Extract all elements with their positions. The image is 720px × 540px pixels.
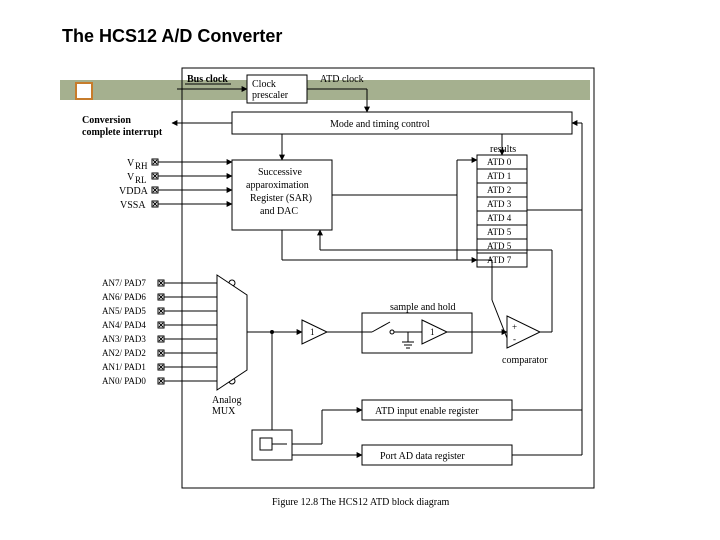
svg-text:ATD 2: ATD 2 [487, 185, 511, 195]
mux-l2: MUX [212, 406, 236, 417]
svg-text:AN1/ PAD1: AN1/ PAD1 [102, 362, 146, 372]
svg-text:ATD 5: ATD 5 [487, 227, 512, 237]
buffer1-icon [302, 320, 327, 344]
results-label: results [490, 144, 516, 155]
svg-text:RL: RL [135, 175, 147, 185]
svg-text:V: V [127, 158, 135, 169]
slide-title: The HCS12 A/D Converter [62, 26, 282, 47]
svg-text:V: V [127, 172, 135, 183]
svg-text:RH: RH [135, 161, 148, 171]
svg-text:AN7/ PAD7: AN7/ PAD7 [102, 278, 146, 288]
svg-text:1: 1 [310, 327, 315, 337]
sar-l3: Register (SAR) [250, 193, 312, 204]
svg-text:1: 1 [430, 327, 435, 337]
svg-text:-: - [513, 334, 516, 344]
analog-mux [217, 275, 247, 390]
atd-clock-label: ATD clock [320, 74, 364, 85]
svg-text:AN0/ PAD0: AN0/ PAD0 [102, 376, 146, 386]
figure-caption: Figure 12.8 The HCS12 ATD block diagram [272, 497, 450, 508]
svg-text:VSSA: VSSA [120, 200, 146, 211]
sar-l4: and DAC [260, 206, 298, 217]
svg-text:AN2/ PAD2: AN2/ PAD2 [102, 348, 146, 358]
svg-text:ATD 1: ATD 1 [487, 171, 511, 181]
interrupt-l1: Conversion [82, 115, 131, 126]
comparator-icon [507, 316, 540, 348]
mux-l1: Analog [212, 395, 241, 406]
sar-l1: Successive [258, 167, 302, 178]
block-diagram: Clock prescaler Bus clock ATD clock Mode… [62, 60, 622, 510]
sar-l2: apparoximation [246, 180, 309, 191]
bus-clock-label: Bus clock [187, 74, 228, 85]
svg-text:ATD 4: ATD 4 [487, 213, 512, 223]
svg-text:+: + [512, 322, 517, 332]
svg-text:ATD 0: ATD 0 [487, 157, 512, 167]
input-enable-label: ATD input enable register [375, 406, 479, 417]
svg-text:AN5/ PAD5: AN5/ PAD5 [102, 306, 146, 316]
interrupt-l2: complete interrupt [82, 127, 163, 138]
svg-text:AN6/ PAD6: AN6/ PAD6 [102, 292, 146, 302]
sample-hold-label: sample and hold [390, 302, 456, 313]
analog-pins: AN7/ PAD7 AN6/ PAD6 AN5/ PAD5 AN4/ PAD4 … [102, 278, 235, 386]
svg-text:VDDA: VDDA [119, 186, 149, 197]
mode-timing-label: Mode and timing control [330, 119, 430, 130]
clock-prescaler-l1: Clock [252, 79, 276, 90]
comparator-label: comparator [502, 355, 548, 366]
port-ad-label: Port AD data register [380, 451, 465, 462]
ref-pins: VRH VRL VDDA VSSA [119, 158, 232, 211]
svg-text:AN4/ PAD4: AN4/ PAD4 [102, 320, 146, 330]
svg-text:AN3/ PAD3: AN3/ PAD3 [102, 334, 146, 344]
clock-prescaler-l2: prescaler [252, 90, 289, 101]
svg-text:ATD 3: ATD 3 [487, 199, 512, 209]
